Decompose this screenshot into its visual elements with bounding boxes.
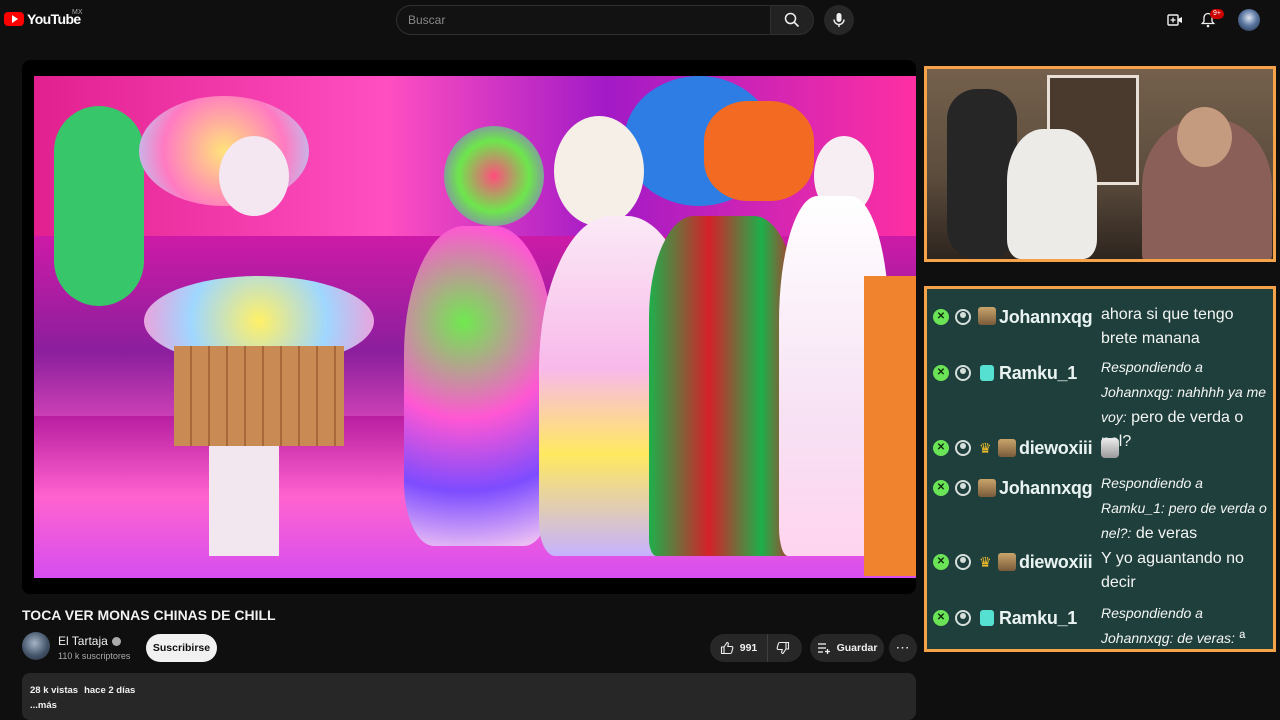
like-button[interactable]: 991 xyxy=(710,634,768,662)
candy-dress xyxy=(404,226,554,546)
subscriber-badge-icon xyxy=(998,439,1016,457)
youtube-logo[interactable]: YouTube MX xyxy=(4,9,83,27)
save-label: Guardar xyxy=(836,642,878,654)
youtube-play-icon xyxy=(4,12,24,26)
channel-avatar[interactable] xyxy=(22,632,50,660)
chat-text: de veras xyxy=(1135,525,1198,542)
create-video-icon xyxy=(1167,14,1182,26)
orange-dress-edge xyxy=(864,276,916,576)
search-icon xyxy=(784,12,800,28)
country-code: MX xyxy=(72,9,83,16)
verified-icon xyxy=(111,637,121,646)
video-frame[interactable] xyxy=(34,76,916,578)
chat-username: Ramku_1 xyxy=(999,608,1077,628)
chat-message: Respondiendo a Johannxqg: nahhhh ya me v… xyxy=(1101,355,1269,454)
search-input[interactable]: Buscar xyxy=(396,5,771,35)
webcam-overlay xyxy=(924,66,1276,262)
performer-head xyxy=(219,136,289,216)
channel-name-text[interactable]: El Tartaja xyxy=(58,634,108,648)
chat-username: Johannxqg xyxy=(999,478,1093,498)
moderator-icon: ✕ xyxy=(933,554,949,570)
chat-text: ª xyxy=(1239,630,1246,647)
microphone-icon xyxy=(833,13,845,27)
chat-overlay: ✕ Johannxqg ahora si que tengo brete man… xyxy=(924,286,1276,652)
video-title: TOCA VER MONAS CHINAS DE CHILL xyxy=(22,607,276,623)
notification-badge: 9+ xyxy=(1210,9,1224,19)
person-face xyxy=(1177,107,1232,167)
view-count: 28 k vistas xyxy=(30,685,79,696)
chat-message: Respondiendo a Ramku_1: pero de verda o … xyxy=(1101,471,1269,546)
chat-username: Ramku_1 xyxy=(999,363,1077,383)
coral-headpiece xyxy=(704,101,814,201)
subscriber-badge-icon xyxy=(998,553,1016,571)
cupcake-base xyxy=(174,346,344,446)
video-player[interactable] xyxy=(22,60,916,594)
upload-date: hace 2 días xyxy=(84,685,136,696)
pompom-headpiece xyxy=(444,126,544,226)
user-icon xyxy=(955,480,971,496)
chat-message: ahora si que tengo brete manana xyxy=(1101,306,1234,347)
person-hoodie xyxy=(1007,129,1097,259)
chat-message: Respondiendo a Johannxqg: de veras: ª xyxy=(1101,601,1269,651)
cactus-decoration xyxy=(54,106,144,306)
top-bar: YouTube MX Buscar 9+ xyxy=(0,0,1280,40)
thumbs-down-icon xyxy=(776,641,790,655)
save-playlist-icon xyxy=(817,643,830,654)
search-button[interactable] xyxy=(770,5,814,35)
moderator-icon: ✕ xyxy=(933,365,949,381)
chat-username: Johannxqg xyxy=(999,307,1093,327)
like-count: 991 xyxy=(739,642,758,654)
emote-icon xyxy=(1101,438,1119,458)
performer-legs xyxy=(209,446,279,556)
chat-message: Y yo aguantando no decir xyxy=(1101,550,1244,591)
show-more-link[interactable]: ...más xyxy=(30,698,908,713)
crown-badge-icon: ♛ xyxy=(979,440,992,456)
subscribe-button[interactable]: Suscribirse xyxy=(146,634,217,662)
more-actions-button[interactable]: ⋯ xyxy=(889,634,917,662)
white-wig xyxy=(554,116,644,226)
subscriber-badge-icon xyxy=(978,479,996,497)
user-icon xyxy=(955,365,971,381)
subscriber-badge-icon xyxy=(978,307,996,325)
gift-badge-icon xyxy=(980,610,994,626)
moderator-icon: ✕ xyxy=(933,440,949,456)
user-icon xyxy=(955,309,971,325)
chat-reply: Respondiendo a Johannxqg: de veras: xyxy=(1101,605,1235,646)
dislike-button[interactable] xyxy=(772,639,794,657)
save-button[interactable]: Guardar xyxy=(810,634,884,662)
gift-badge-icon xyxy=(980,365,994,381)
user-icon xyxy=(955,440,971,456)
moderator-icon: ✕ xyxy=(933,480,949,496)
crown-badge-icon: ♛ xyxy=(979,554,992,570)
moderator-icon: ✕ xyxy=(933,309,949,325)
channel-name[interactable]: El Tartaja xyxy=(58,634,121,648)
moderator-icon: ✕ xyxy=(933,610,949,626)
description-box[interactable]: 28 k vistas hace 2 días ...más xyxy=(22,673,916,720)
voice-search-button[interactable] xyxy=(824,5,854,35)
user-icon xyxy=(955,554,971,570)
account-avatar[interactable] xyxy=(1238,9,1260,31)
more-dots-icon: ⋯ xyxy=(895,639,911,655)
chat-username: diewoxiii xyxy=(1019,552,1093,572)
create-button[interactable] xyxy=(1166,11,1184,29)
like-dislike-group: 991 xyxy=(710,634,802,662)
subscriber-count: 110 k suscriptores xyxy=(58,651,131,661)
thumbs-up-icon xyxy=(720,641,734,655)
chat-username: diewoxiii xyxy=(1019,438,1093,458)
red-green-suit xyxy=(649,216,799,556)
user-icon xyxy=(955,610,971,626)
